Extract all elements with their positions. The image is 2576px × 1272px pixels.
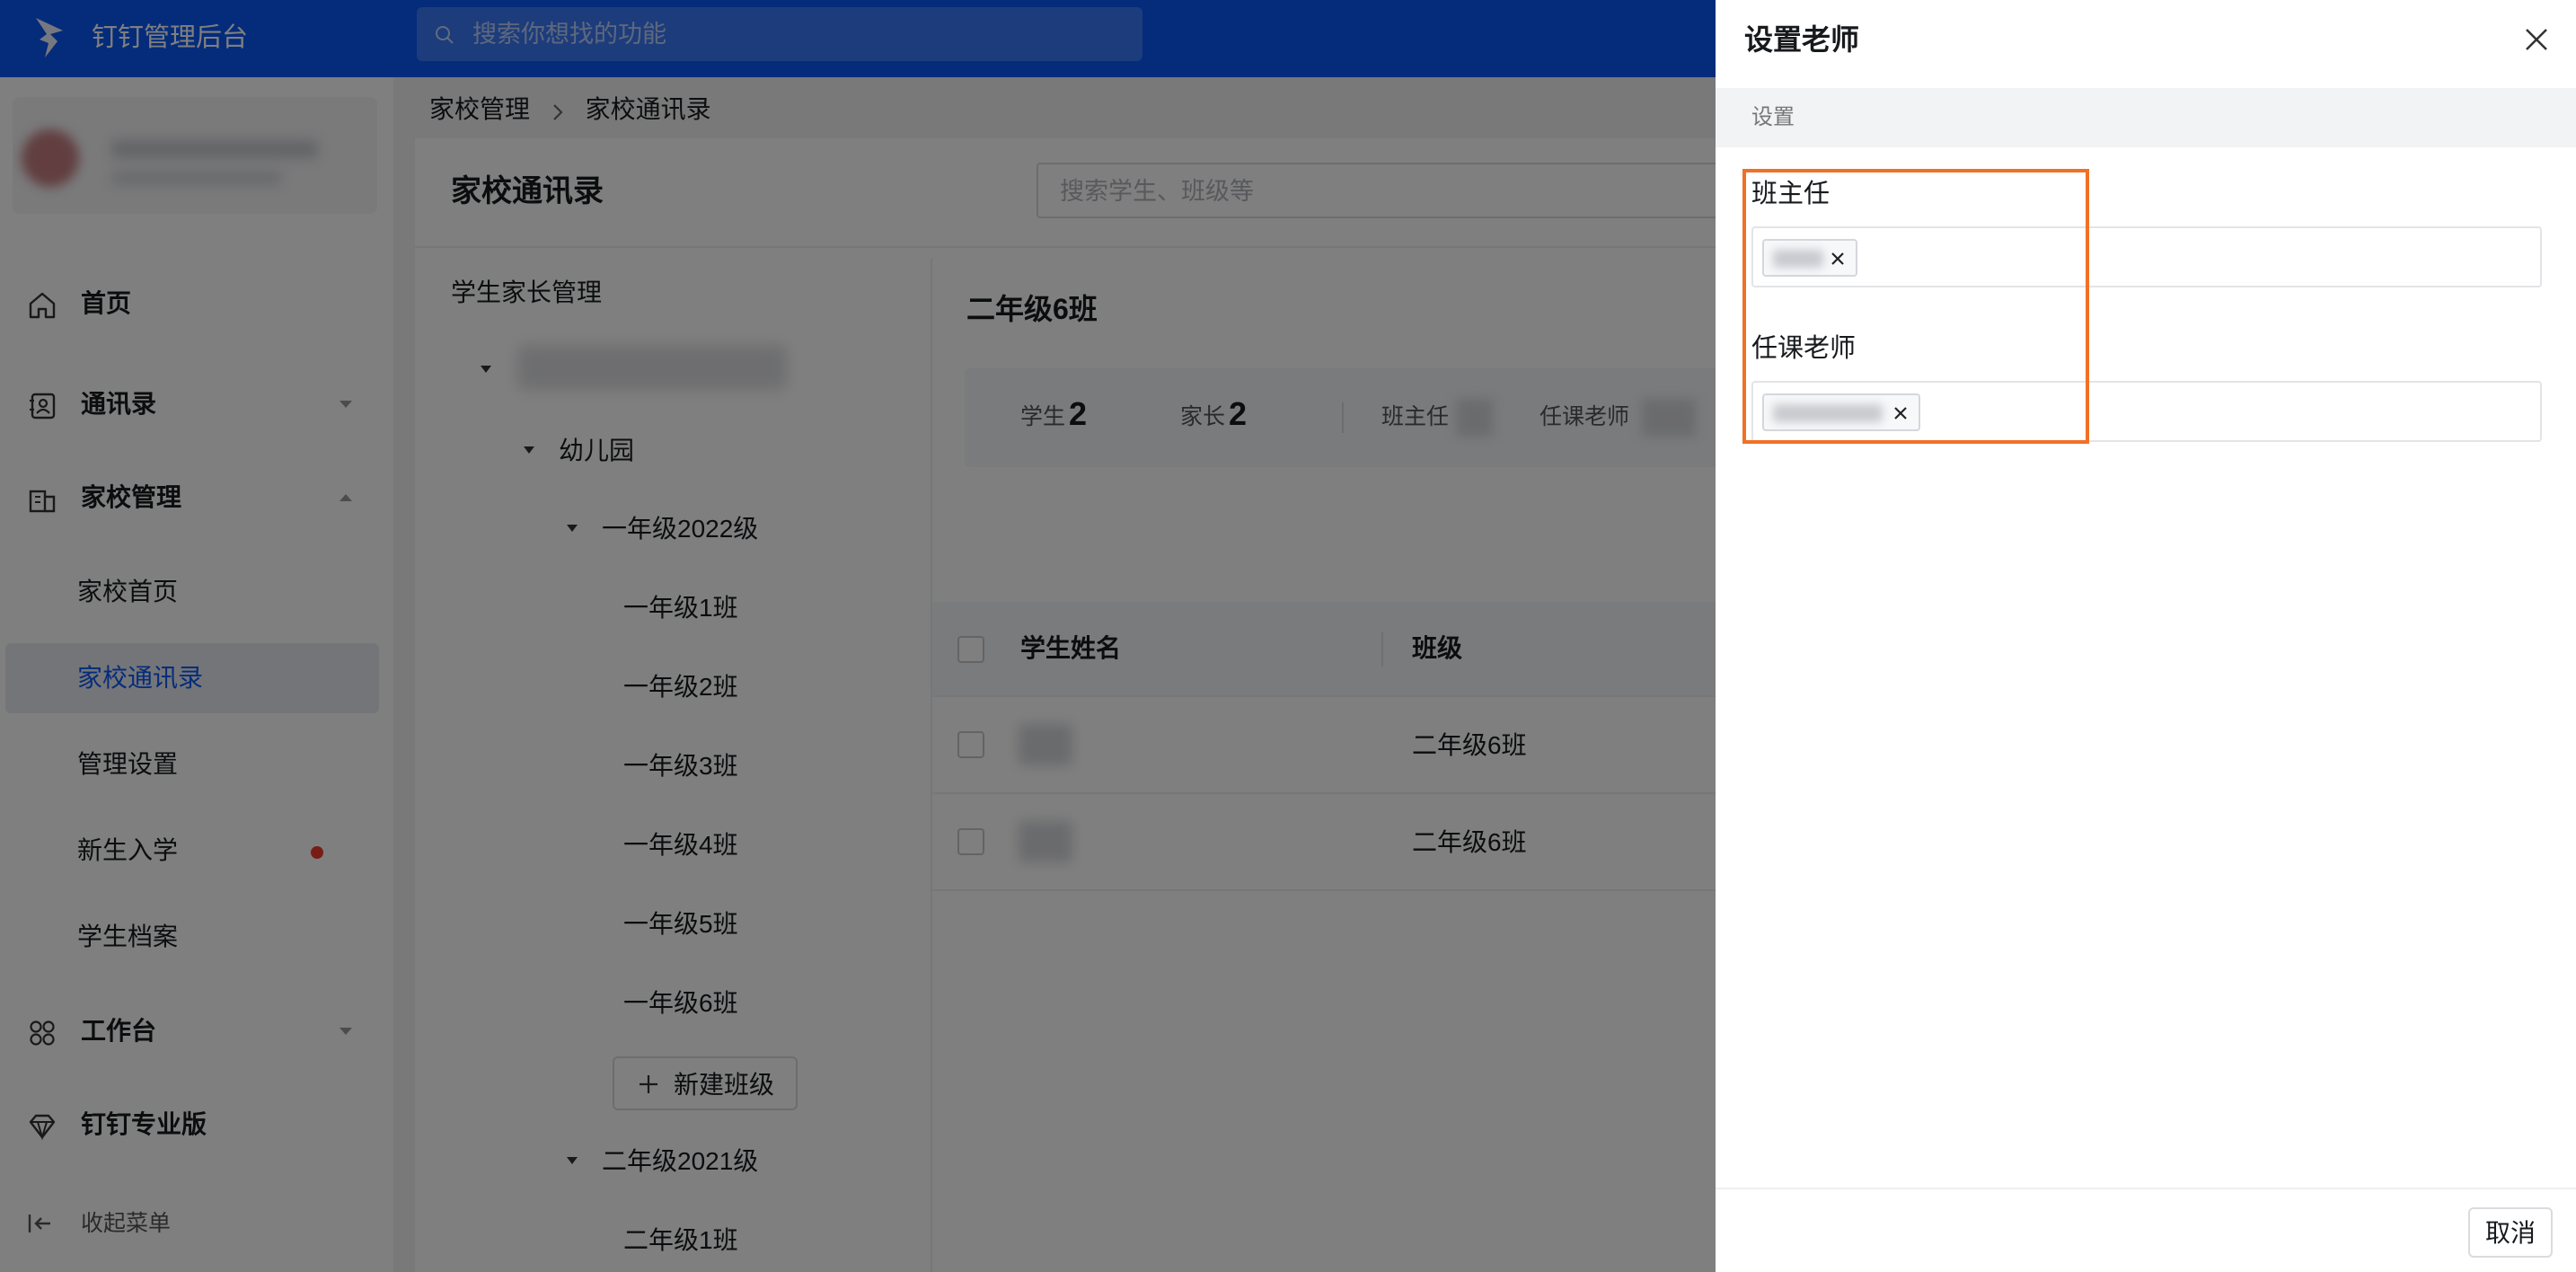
- cancel-button[interactable]: 取消: [2468, 1207, 2553, 1258]
- section-header: 设置: [1716, 88, 2576, 147]
- highlight-box: [1742, 169, 2089, 444]
- cancel-button-label: 取消: [2484, 1219, 2536, 1247]
- close-icon[interactable]: [2519, 22, 2554, 57]
- divider: [1716, 1188, 2576, 1189]
- modal-overlay[interactable]: [0, 0, 1716, 1272]
- section-title: 设置: [1751, 105, 1795, 129]
- drawer-title: 设置老师: [1744, 23, 1860, 56]
